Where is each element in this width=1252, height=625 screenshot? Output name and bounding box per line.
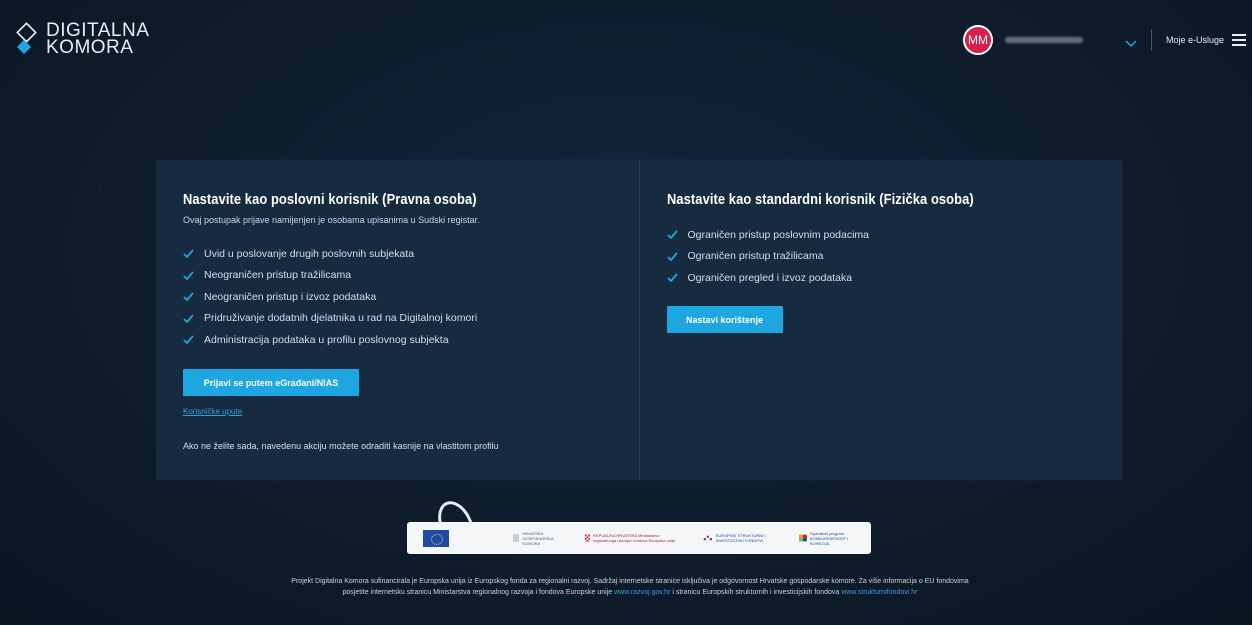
list-item: Neograničen pristup tražilicama bbox=[183, 265, 477, 287]
logo[interactable]: DIGITALNA KOMORA bbox=[14, 21, 149, 58]
user-guide-link[interactable]: Korisničke upute bbox=[183, 407, 242, 416]
logo-diamond-icon bbox=[14, 22, 40, 58]
hamburger-icon[interactable] bbox=[1232, 34, 1246, 46]
standard-panel-title: Nastavite kao standardni korisnik (Fizič… bbox=[666, 191, 974, 208]
chevron-down-icon[interactable] bbox=[1125, 35, 1137, 48]
later-action-note: Ako ne želite sada, navedenu akciju može… bbox=[183, 441, 499, 451]
eu-funding-logos: HRVATSKA GOSPODARSKA KOMORA REPUBLIKA HR… bbox=[407, 522, 871, 554]
check-icon bbox=[183, 292, 194, 302]
hgk-emblem-icon bbox=[513, 534, 520, 542]
list-item: Administracija podataka u profilu poslov… bbox=[183, 329, 477, 351]
check-icon bbox=[666, 230, 678, 240]
esif-stars-icon bbox=[703, 535, 713, 541]
feature-text: Uvid u poslovanje drugih poslovnih subje… bbox=[204, 247, 415, 260]
list-item: Uvid u poslovanje drugih poslovnih subje… bbox=[183, 243, 477, 265]
eu-logo bbox=[423, 526, 449, 550]
avatar[interactable]: MM bbox=[962, 25, 993, 55]
feature-text: Neograničen pristup tražilicama bbox=[204, 269, 352, 282]
croatia-coat-of-arms-icon bbox=[585, 534, 591, 542]
business-panel-subtitle: Ovaj postupak prijave namijenjen je osob… bbox=[183, 215, 480, 225]
business-user-panel: Nastavite kao poslovni korisnik (Pravna … bbox=[156, 160, 640, 480]
check-icon bbox=[183, 271, 194, 280]
op-puzzle-icon bbox=[799, 534, 807, 542]
list-item: Neograničen pristup i izvoz podataka bbox=[183, 286, 477, 308]
list-item: Pridruživanje dodatnih djelatnika u rad … bbox=[183, 308, 477, 330]
check-icon bbox=[666, 273, 678, 283]
list-item: Ograničen pristup tražilicama bbox=[666, 246, 870, 268]
logo-text: DIGITALNA KOMORA bbox=[46, 21, 149, 58]
feature-text: Ograničen pristup tražilicama bbox=[687, 250, 824, 263]
standard-user-panel: Nastavite kao standardni korisnik (Fizič… bbox=[640, 160, 1123, 480]
feature-text: Administracija podataka u profilu poslov… bbox=[204, 333, 449, 346]
my-eservices-link[interactable]: Moje e-Usluge bbox=[1166, 35, 1224, 45]
list-item: Ograničen pristup poslovnim podacima bbox=[666, 224, 870, 246]
esif-text: EUROPSKI STRUKTURNI I INVESTICIJSKI FOND… bbox=[715, 533, 766, 543]
feature-text: Pridruživanje dodatnih djelatnika u rad … bbox=[204, 312, 478, 325]
business-panel-title: Nastavite kao poslovni korisnik (Pravna … bbox=[183, 191, 477, 208]
op-logo: Operativni program KONKURENTNOST I KOHEZ… bbox=[799, 526, 863, 550]
feature-text: Neograničen pristup i izvoz podataka bbox=[204, 290, 377, 303]
footer-text-2: i stranicu Europskih strukturnih i inves… bbox=[672, 589, 840, 596]
check-icon bbox=[183, 314, 194, 323]
business-features-list: Uvid u poslovanje drugih poslovnih subje… bbox=[183, 243, 477, 351]
rh-ministry-logo: REPUBLIKA HRVATSKA Ministarstvo regional… bbox=[585, 526, 677, 550]
esif-logo: EUROPSKI STRUKTURNI I INVESTICIJSKI FOND… bbox=[703, 526, 775, 550]
check-icon bbox=[183, 249, 194, 259]
login-options-card: Nastavite kao poslovni korisnik (Pravna … bbox=[156, 160, 1122, 480]
list-item: Ograničen pregled i izvoz podataka bbox=[666, 267, 870, 289]
feature-text: Ograničen pregled i izvoz podataka bbox=[687, 271, 853, 284]
continue-using-button[interactable]: Nastavi korištenje bbox=[666, 306, 783, 333]
username-blurred[interactable] bbox=[1004, 37, 1083, 43]
strukturnifondovi-link[interactable]: www.strukturnifondovi.hr bbox=[841, 589, 917, 596]
logo-line-2: KOMORA bbox=[46, 37, 134, 58]
login-egradani-nias-button[interactable]: Prijavi se putem eGrađani/NIAS bbox=[183, 369, 359, 396]
rh-ministry-text: REPUBLIKA HRVATSKA Ministarstvo regional… bbox=[593, 533, 676, 543]
footer-disclaimer: Projekt Digitalna Komora sufinancirala j… bbox=[290, 576, 970, 598]
eu-flag-icon bbox=[423, 529, 449, 547]
header: DIGITALNA KOMORA MM Moje e-Usluge bbox=[0, 14, 1252, 66]
razvoj-gov-link[interactable]: www.razvoj.gov.hr bbox=[614, 589, 670, 596]
feature-text: Ograničen pristup poslovnim podacima bbox=[687, 228, 870, 241]
check-icon bbox=[666, 252, 678, 261]
op-text: Operativni program KONKURENTNOST I KOHEZ… bbox=[809, 530, 849, 546]
check-icon bbox=[183, 335, 194, 345]
header-divider bbox=[1150, 29, 1152, 51]
hgk-logo: HRVATSKA GOSPODARSKA KOMORA bbox=[513, 526, 568, 550]
header-user-area: MM Moje e-Usluge bbox=[962, 24, 1246, 56]
standard-features-list: Ograničen pristup poslovnim podacima Ogr… bbox=[666, 224, 870, 289]
hgk-logo-text: HRVATSKA GOSPODARSKA KOMORA bbox=[522, 530, 554, 546]
